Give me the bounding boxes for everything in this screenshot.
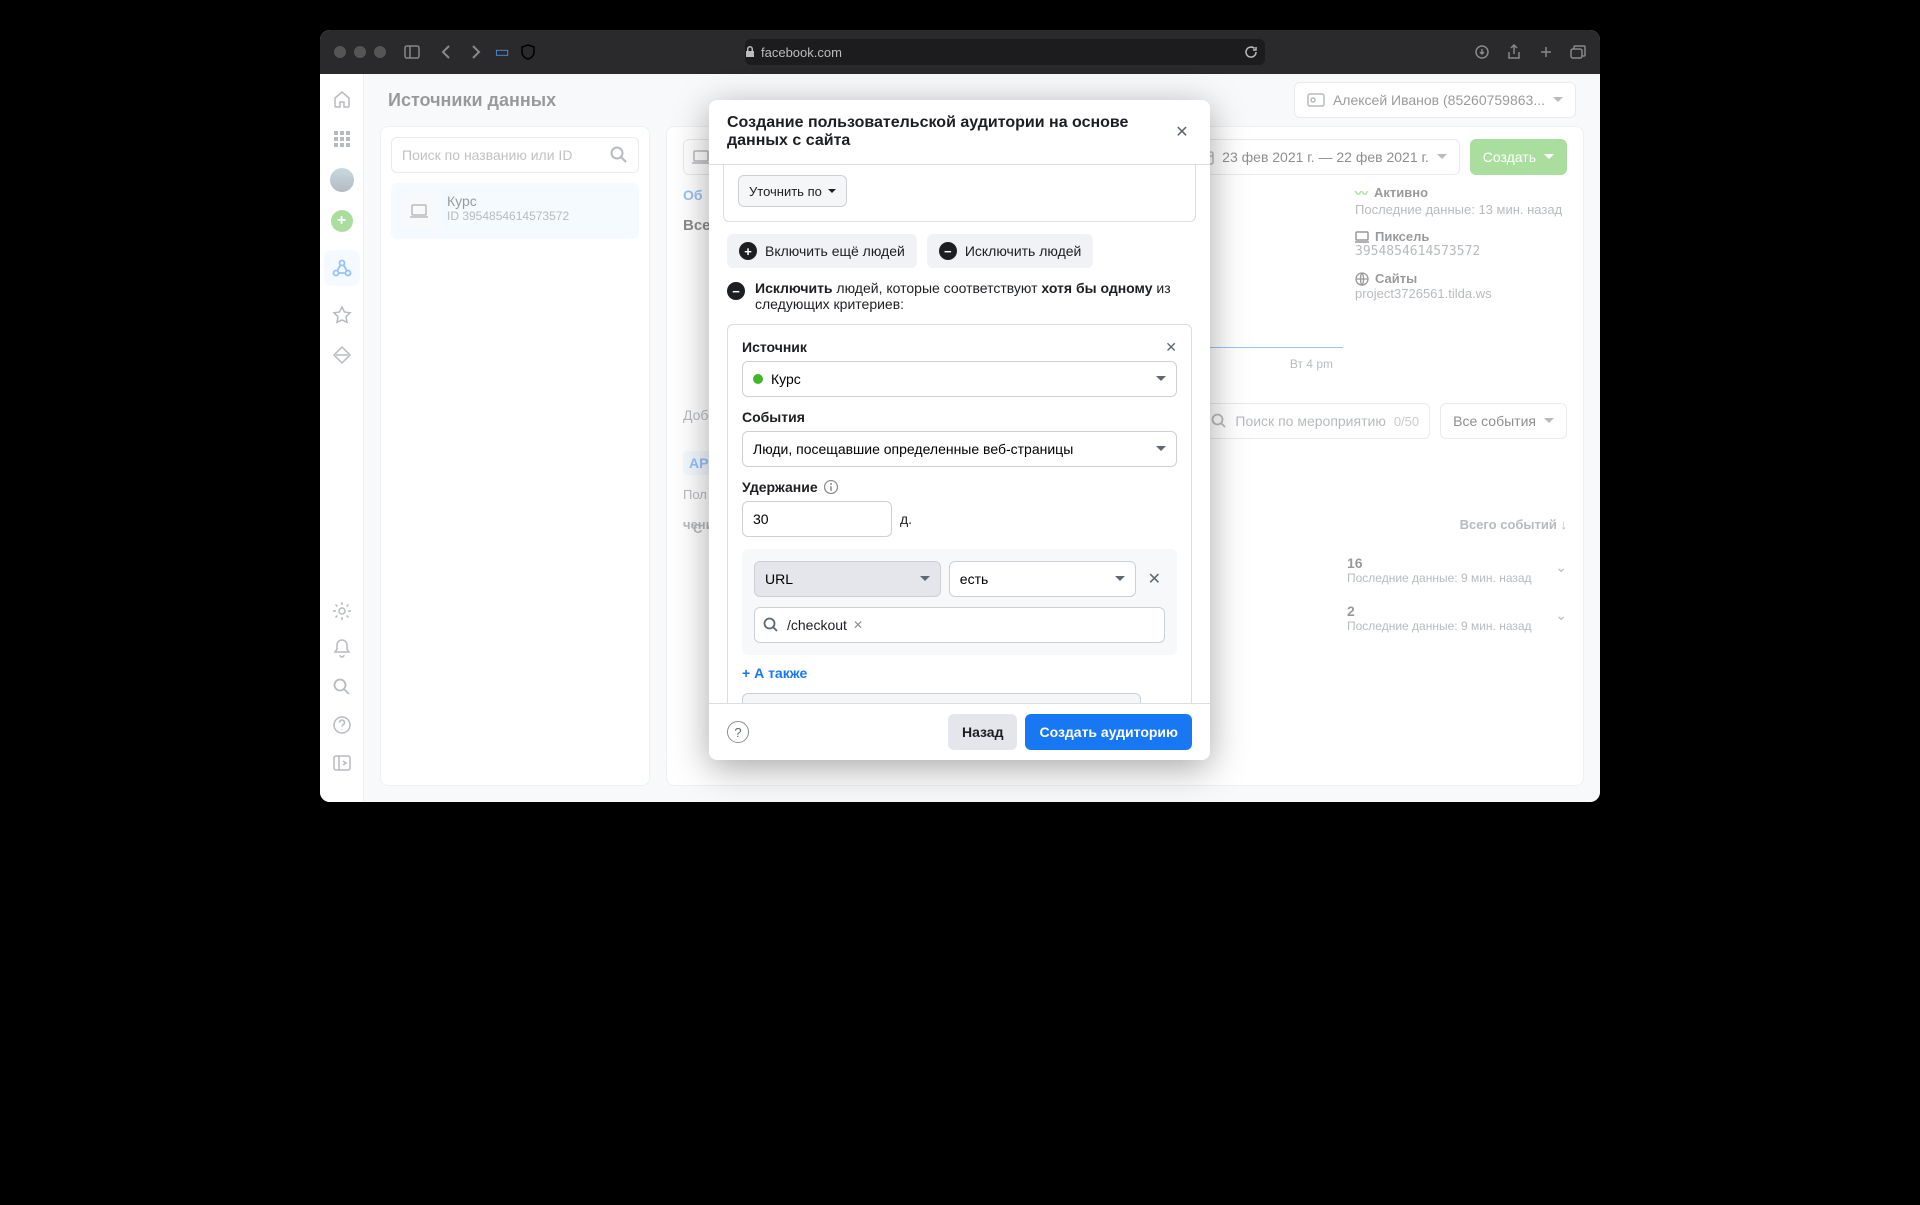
include-more-label: Включить ещё людей [765, 243, 905, 259]
rule-mid: людей, которые соответствуют [833, 280, 1042, 296]
plus-icon [739, 242, 757, 260]
info-icon[interactable] [824, 480, 838, 494]
exclude-button[interactable]: Исключить людей [927, 234, 1094, 268]
chevron-down-icon [920, 576, 930, 582]
back-button[interactable]: Назад [948, 714, 1018, 750]
minus-icon [727, 282, 745, 300]
retention-input[interactable] [742, 501, 892, 537]
address-bar[interactable]: facebook.com [745, 39, 1265, 65]
remove-tag-icon[interactable]: ✕ [853, 618, 863, 632]
back-label: Назад [962, 724, 1004, 740]
browser-window: ▭ facebook.com + [320, 30, 1600, 802]
sidebar-toggle-icon[interactable] [404, 44, 420, 60]
url-host: facebook.com [761, 45, 842, 60]
create-audience-label: Создать аудиторию [1039, 724, 1178, 740]
status-dot-icon [753, 374, 763, 384]
lock-icon [745, 46, 755, 58]
reload-icon[interactable] [1243, 44, 1259, 60]
url-value: /checkout [787, 617, 847, 633]
chevron-down-icon [1115, 576, 1125, 582]
refine-label: Уточнить по [749, 184, 822, 199]
forward-icon[interactable] [468, 44, 484, 60]
custom-audience-modal: Создание пользовательской аудитории на о… [709, 100, 1210, 760]
extra-filter-dropdown[interactable]: Дополнительно отфильтровать по следующим… [742, 693, 1141, 703]
events-value: Люди, посещавшие определенные веб-страни… [753, 441, 1073, 457]
chevron-down-icon [828, 189, 836, 194]
url-field-label: URL [765, 571, 793, 587]
operator-label: есть [960, 571, 989, 587]
minimize-dot[interactable] [354, 46, 366, 58]
exclude-rule-text: Исключить людей, которые соответствуют х… [727, 280, 1192, 312]
help-icon[interactable]: ? [727, 721, 749, 743]
add-condition-link[interactable]: + А также [742, 665, 807, 681]
retention-label-text: Удержание [742, 479, 818, 495]
exclude-criteria-card: ✕ Источник Курс События Люди, посещавшие… [727, 324, 1192, 703]
chevron-down-icon [1156, 376, 1166, 382]
modal-footer: ? Назад Создать аудиторию [709, 703, 1210, 760]
modal-title: Создание пользовательской аудитории на о… [727, 114, 1172, 150]
url-tag: /checkout ✕ [787, 617, 863, 633]
url-filter-box: URL есть ✕ /checkou [742, 549, 1177, 655]
traffic-lights[interactable] [334, 46, 386, 58]
url-value-input[interactable]: /checkout ✕ [754, 607, 1165, 643]
download-icon[interactable] [1474, 44, 1490, 60]
search-icon [763, 617, 779, 633]
remove-criteria-icon[interactable]: ✕ [1165, 339, 1177, 356]
operator-select[interactable]: есть [949, 561, 1136, 597]
chevron-down-icon [1156, 446, 1166, 452]
modal-header: Создание пользовательской аудитории на о… [709, 100, 1210, 165]
retention-label: Удержание [742, 479, 1177, 495]
close-dot[interactable] [334, 46, 346, 58]
back-icon[interactable] [438, 44, 454, 60]
source-value: Курс [771, 371, 801, 387]
minus-icon [939, 242, 957, 260]
source-label: Источник [742, 339, 1165, 355]
events-label: События [742, 409, 1177, 425]
titlebar: ▭ facebook.com [320, 30, 1600, 74]
tabs-icon[interactable] [1570, 44, 1586, 60]
include-more-button[interactable]: Включить ещё людей [727, 234, 917, 268]
rule-strong: хотя бы одному [1041, 280, 1152, 296]
refine-dropdown[interactable]: Уточнить по [738, 175, 847, 207]
create-audience-button[interactable]: Создать аудиторию [1025, 714, 1192, 750]
translate-icon[interactable]: ▭ [494, 44, 510, 60]
rule-pre: Исключить [755, 280, 833, 296]
zoom-dot[interactable] [374, 46, 386, 58]
close-icon[interactable]: ✕ [1172, 120, 1192, 144]
events-select[interactable]: Люди, посещавшие определенные веб-страни… [742, 431, 1177, 467]
new-tab-icon[interactable] [1538, 44, 1554, 60]
exclude-label: Исключить людей [965, 243, 1082, 259]
share-icon[interactable] [1506, 44, 1522, 60]
shield-icon[interactable] [520, 44, 536, 60]
source-select[interactable]: Курс [742, 361, 1177, 397]
remove-url-row-icon[interactable]: ✕ [1144, 569, 1165, 589]
modal-overlay: Создание пользовательской аудитории на о… [320, 74, 1600, 802]
url-field-select[interactable]: URL [754, 561, 941, 597]
modal-body: Уточнить по Включить ещё людей Исключить… [709, 165, 1210, 703]
retention-unit: д. [900, 511, 912, 527]
